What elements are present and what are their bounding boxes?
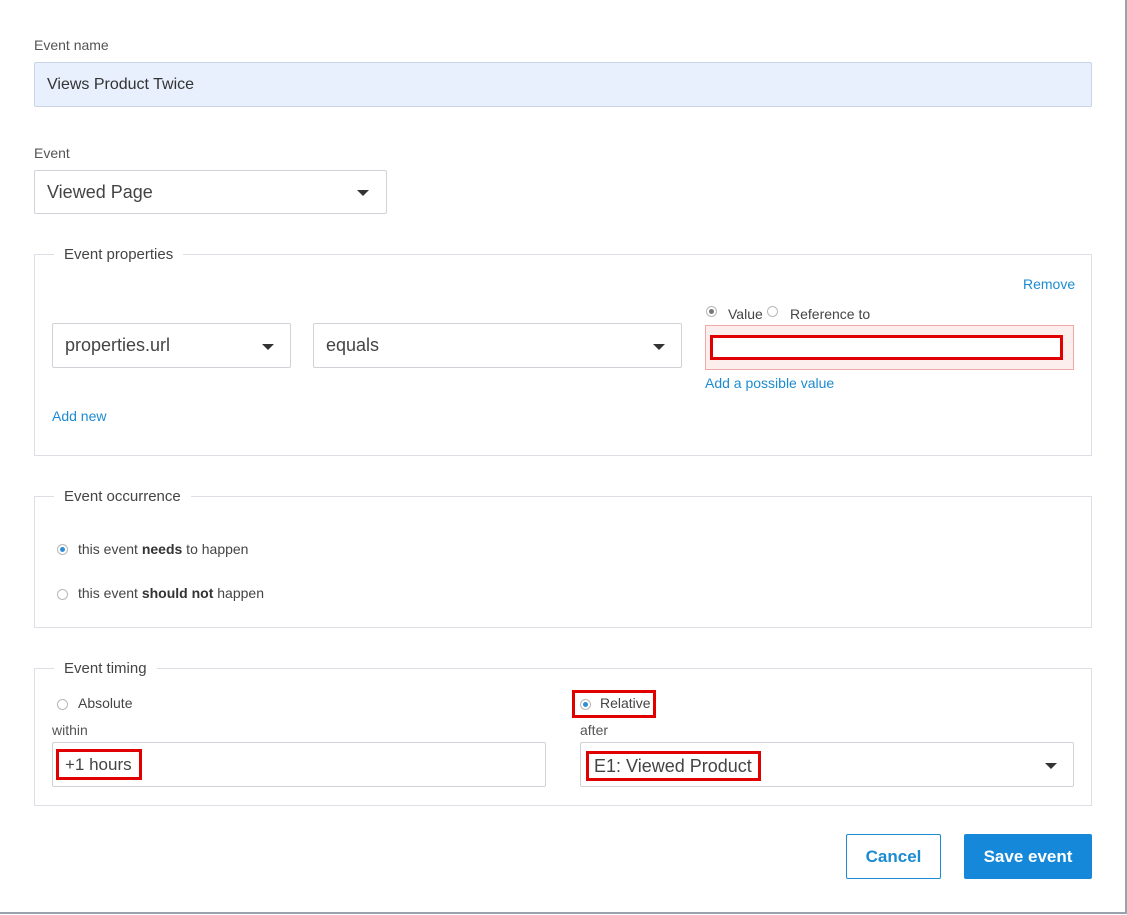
chevron-down-icon <box>262 344 274 350</box>
event-select-value: Viewed Page <box>47 181 153 202</box>
within-value: +1 hours <box>56 749 142 780</box>
save-event-button[interactable]: Save event <box>964 834 1092 879</box>
absolute-radio[interactable] <box>57 699 68 710</box>
remove-link[interactable]: Remove <box>1023 276 1075 292</box>
reference-radio[interactable] <box>767 306 778 317</box>
absolute-radio-label: Absolute <box>78 695 133 711</box>
chevron-down-icon <box>653 344 665 350</box>
operator-select-value: equals <box>326 335 380 355</box>
should-not-happen-radio[interactable] <box>57 589 68 600</box>
reference-radio-label: Reference to <box>790 306 871 322</box>
event-timing-legend: Event timing <box>54 660 157 677</box>
event-label: Event <box>34 145 70 161</box>
add-new-link[interactable]: Add new <box>52 408 106 424</box>
cancel-button[interactable]: Cancel <box>846 834 941 879</box>
value-radio-label: Value <box>728 306 763 322</box>
event-name-input[interactable]: Views Product Twice <box>34 62 1092 107</box>
should-not-happen-label: this event should not happen <box>78 585 264 601</box>
after-select-value: E1: Viewed Product <box>586 751 761 781</box>
event-properties-legend: Event properties <box>54 246 184 263</box>
event-name-label: Event name <box>34 37 109 53</box>
operator-select[interactable]: equals <box>313 323 682 368</box>
relative-radio-label: Relative <box>600 695 651 711</box>
chevron-down-icon <box>1045 763 1057 769</box>
event-occurrence-legend: Event occurrence <box>54 488 191 505</box>
needs-to-happen-label: this event needs to happen <box>78 541 249 557</box>
value-input[interactable] <box>710 335 1063 360</box>
chevron-down-icon <box>357 190 369 196</box>
within-label: within <box>52 722 88 738</box>
event-occurrence-section <box>34 496 1092 628</box>
event-name-value: Views Product Twice <box>47 75 195 93</box>
after-label: after <box>580 722 609 738</box>
event-select[interactable]: Viewed Page <box>34 170 387 214</box>
property-select-value: properties.url <box>65 335 171 355</box>
add-possible-value-link[interactable]: Add a possible value <box>705 375 834 391</box>
relative-radio[interactable] <box>580 699 591 710</box>
needs-to-happen-radio[interactable] <box>57 544 68 555</box>
property-select[interactable]: properties.url <box>52 323 291 368</box>
value-radio[interactable] <box>706 306 717 317</box>
